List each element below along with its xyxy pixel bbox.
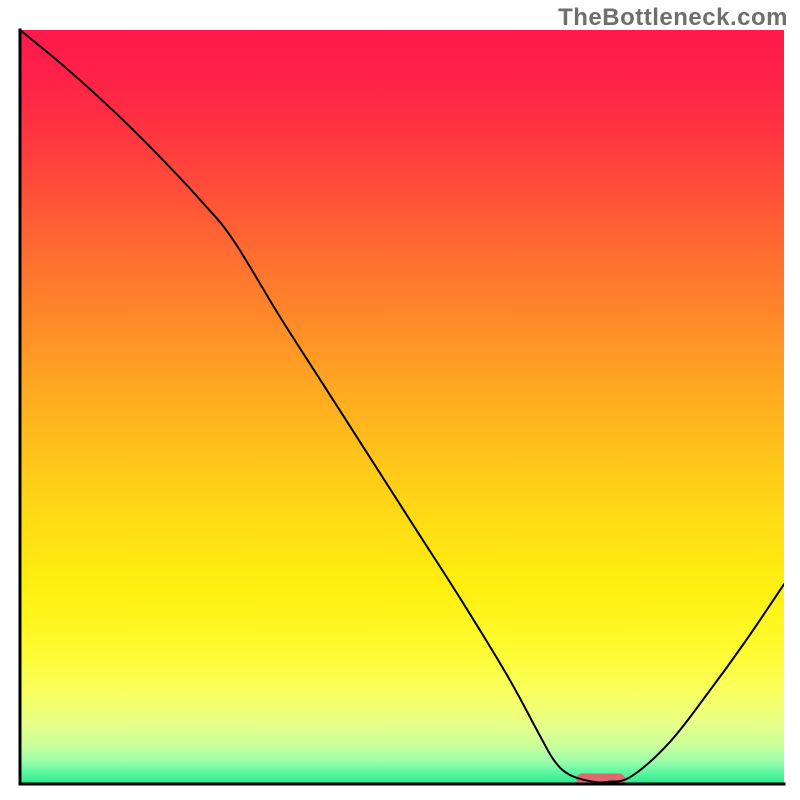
watermark-label: TheBottleneck.com (558, 4, 788, 32)
chart-stage: TheBottleneck.com (0, 0, 800, 800)
bottleneck-chart (0, 0, 800, 800)
gradient-background (20, 30, 784, 784)
